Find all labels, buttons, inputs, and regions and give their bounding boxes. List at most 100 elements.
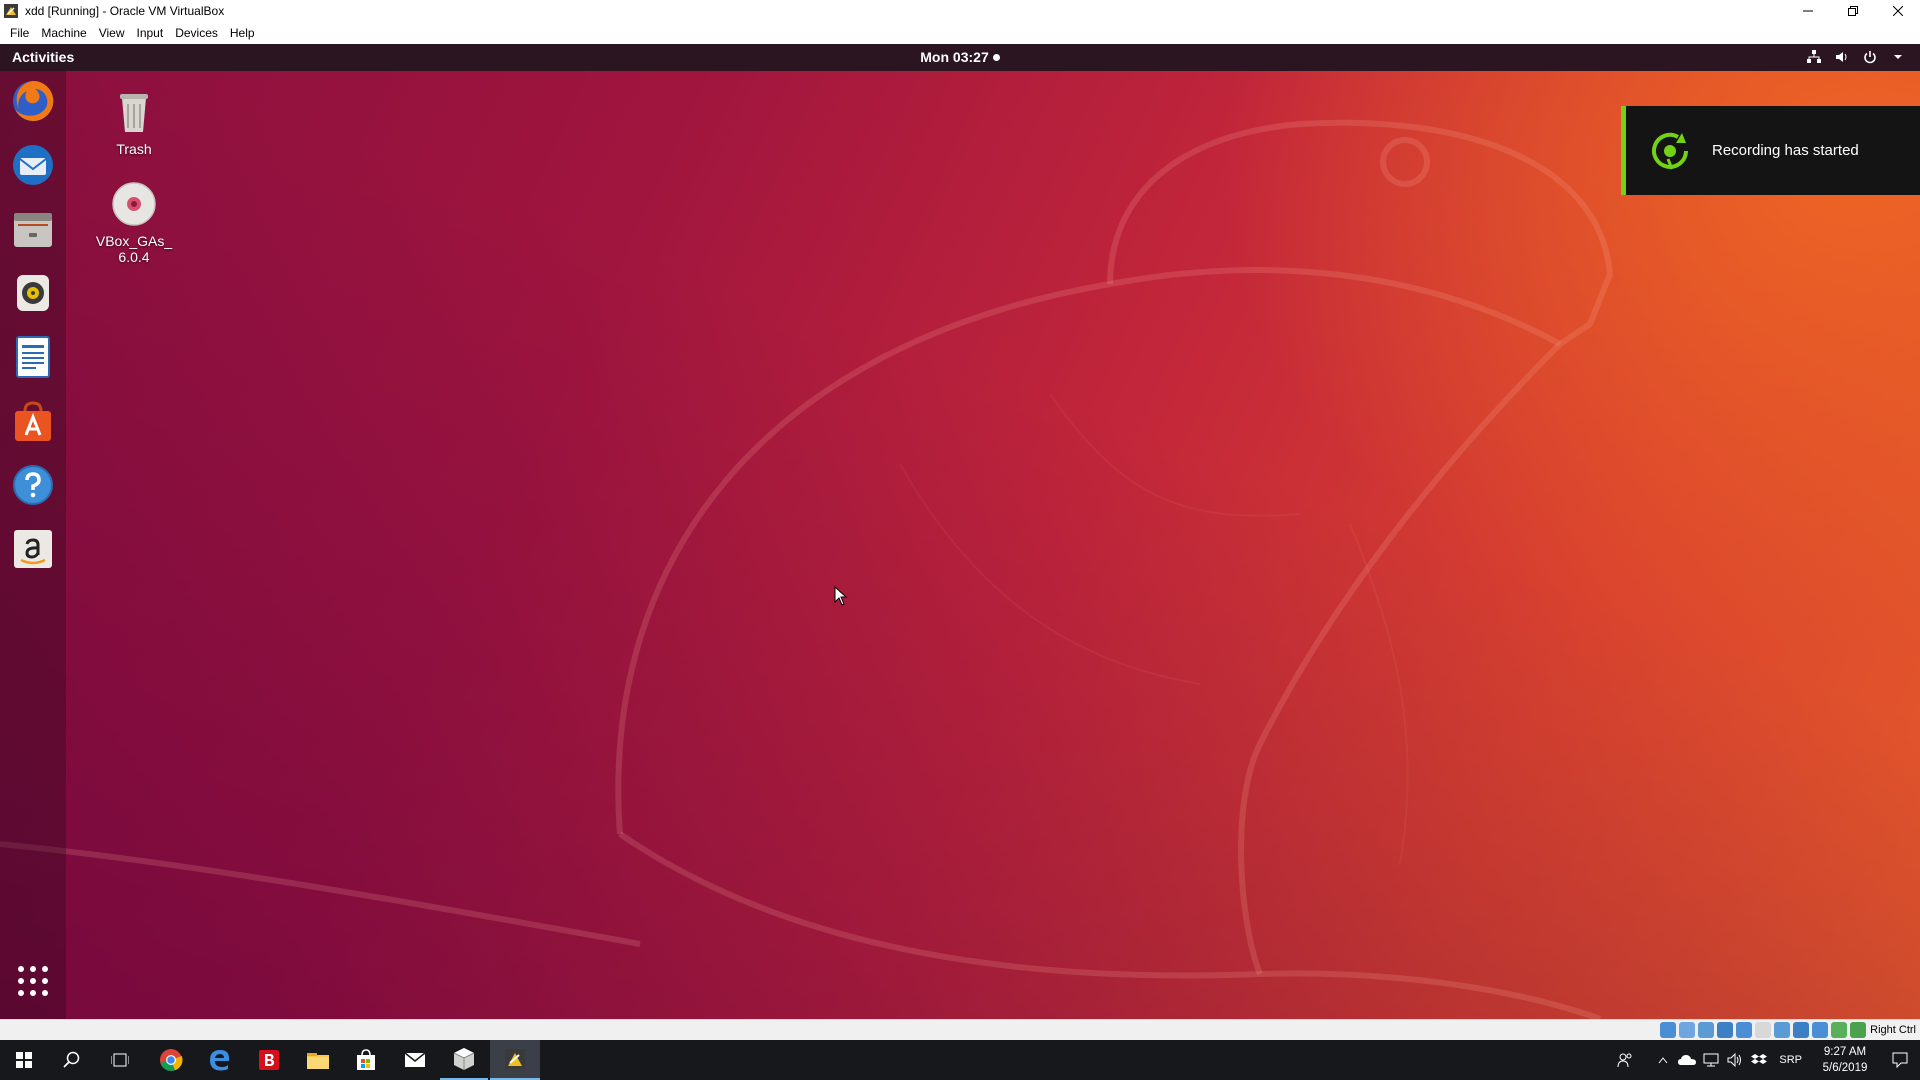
menu-view[interactable]: View	[93, 22, 131, 44]
window-menubar: File Machine View Input Devices Help	[0, 22, 1920, 44]
taskbar-edge[interactable]	[196, 1040, 244, 1080]
speaker-icon[interactable]	[1723, 1040, 1747, 1080]
display-icon[interactable]	[1774, 1022, 1791, 1038]
notification-dot-icon	[992, 54, 1000, 61]
clock-text: Mon 03:27	[920, 49, 989, 65]
video-capture-icon[interactable]	[1793, 1022, 1810, 1038]
taskbar-bitdefender[interactable]	[245, 1040, 293, 1080]
desktop-icon-vbox-gas[interactable]: VBox_GAs_ 6.0.4	[89, 180, 179, 265]
network-adapter-icon[interactable]	[1717, 1022, 1734, 1038]
task-view-icon	[111, 1053, 129, 1067]
notification-text: Recording has started	[1712, 142, 1859, 159]
chevron-down-icon[interactable]	[1890, 49, 1906, 65]
dock-writer[interactable]	[11, 335, 55, 379]
onedrive-icon[interactable]	[1675, 1040, 1699, 1080]
help-icon	[13, 465, 53, 505]
taskbar-store[interactable]	[342, 1040, 390, 1080]
windows-taskbar: SRP 9:27 AM 5/6/2019	[0, 1040, 1920, 1080]
menu-file[interactable]: File	[4, 22, 35, 44]
optical-drive-icon[interactable]	[1679, 1022, 1696, 1038]
menu-help[interactable]: Help	[224, 22, 261, 44]
window-titlebar: xdd [Running] - Oracle VM VirtualBox	[0, 0, 1920, 22]
host-key-label: Right Ctrl	[1870, 1024, 1916, 1036]
dock-thunderbird[interactable]	[11, 143, 55, 187]
firefox-icon	[13, 80, 54, 121]
windows-systray: SRP 9:27 AM 5/6/2019	[1613, 1040, 1920, 1080]
dock-rhythmbox[interactable]	[11, 271, 55, 315]
action-center-icon	[1892, 1052, 1908, 1068]
desktop-icon-trash[interactable]: Trash	[89, 88, 179, 157]
dock-help[interactable]	[11, 463, 55, 507]
desktop-icon-label: VBox_GAs_	[95, 233, 173, 249]
vm-device-indicators	[1660, 1022, 1867, 1038]
task-view-button[interactable]	[96, 1040, 144, 1080]
start-button[interactable]	[0, 1040, 48, 1080]
virtualbox-vm-icon	[505, 1049, 525, 1069]
mouse-cursor-icon	[834, 586, 848, 606]
menu-input[interactable]: Input	[131, 22, 170, 44]
guest-screen[interactable]: Activities Mon 03:27 Trash VBox_GAs_ 6.0…	[0, 44, 1920, 1019]
clock[interactable]: Mon 03:27	[0, 49, 1920, 65]
volume-icon[interactable]	[1834, 49, 1850, 65]
search-icon	[63, 1051, 80, 1068]
hard-disk-icon[interactable]	[1660, 1022, 1677, 1038]
amazon-icon	[14, 530, 52, 568]
chevron-up-icon[interactable]	[1651, 1040, 1675, 1080]
software-center-icon	[15, 401, 51, 441]
edge-icon	[210, 1050, 230, 1071]
libreoffice-writer-icon	[16, 336, 50, 378]
dock-files[interactable]	[11, 207, 55, 251]
audio-icon[interactable]	[1698, 1022, 1715, 1038]
vm-statusbar: Right Ctrl	[0, 1019, 1920, 1040]
virtualbox-icon	[453, 1048, 475, 1070]
bitdefender-icon	[259, 1050, 279, 1070]
dock-software[interactable]	[11, 399, 55, 443]
rhythmbox-icon	[17, 275, 49, 311]
screen-record-icon	[1652, 132, 1688, 170]
mouse-integration-icon[interactable]	[1831, 1022, 1848, 1038]
network-status-icon[interactable]	[1699, 1040, 1723, 1080]
files-icon	[14, 213, 52, 247]
taskbar-chrome[interactable]	[147, 1040, 195, 1080]
ubuntu-dock	[0, 71, 66, 1019]
store-icon	[357, 1049, 375, 1070]
taskbar-clock[interactable]: 9:27 AM 5/6/2019	[1810, 1044, 1880, 1076]
file-explorer-icon	[307, 1053, 329, 1069]
power-icon[interactable]	[1862, 49, 1878, 65]
action-center-button[interactable]	[1880, 1040, 1920, 1080]
people-icon[interactable]	[1613, 1040, 1637, 1080]
keyboard-capture-icon[interactable]	[1850, 1022, 1867, 1038]
start-icon	[16, 1052, 32, 1068]
taskbar-virtualbox-vm[interactable]	[490, 1040, 540, 1080]
menu-machine[interactable]: Machine	[35, 22, 92, 44]
taskbar-time: 9:27 AM	[1823, 1046, 1867, 1058]
window-title: xdd [Running] - Oracle VM VirtualBox	[25, 4, 225, 18]
search-button[interactable]	[48, 1040, 96, 1080]
desktop-icon-label: 6.0.4	[118, 249, 150, 265]
taskbar-file-explorer[interactable]	[294, 1040, 342, 1080]
recording-notification[interactable]: Recording has started	[1621, 106, 1920, 195]
usb-icon[interactable]	[1736, 1022, 1753, 1038]
system-tray[interactable]	[1806, 49, 1906, 65]
dropbox-icon[interactable]	[1747, 1040, 1771, 1080]
restore-icon	[1847, 6, 1858, 16]
taskbar-virtualbox[interactable]	[440, 1040, 488, 1080]
taskbar-date: 5/6/2019	[1822, 1062, 1868, 1074]
dock-show-apps[interactable]	[11, 959, 55, 1003]
restore-button[interactable]	[1830, 0, 1875, 22]
input-language[interactable]: SRP	[1771, 1054, 1810, 1066]
menu-devices[interactable]: Devices	[169, 22, 224, 44]
dock-firefox[interactable]	[11, 79, 55, 123]
taskbar-mail[interactable]	[391, 1040, 439, 1080]
virtualbox-app-icon	[4, 4, 18, 18]
shared-folders-icon[interactable]	[1755, 1022, 1772, 1038]
network-icon[interactable]	[1806, 49, 1822, 65]
close-button[interactable]	[1875, 0, 1920, 22]
virtualization-icon[interactable]	[1812, 1022, 1829, 1038]
minimize-button[interactable]	[1785, 0, 1830, 22]
dock-amazon[interactable]	[11, 527, 55, 571]
thunderbird-icon	[13, 145, 53, 185]
show-apps-icon	[18, 966, 48, 996]
minimize-icon	[1802, 10, 1813, 12]
desktop-icon-label: Trash	[116, 141, 152, 157]
